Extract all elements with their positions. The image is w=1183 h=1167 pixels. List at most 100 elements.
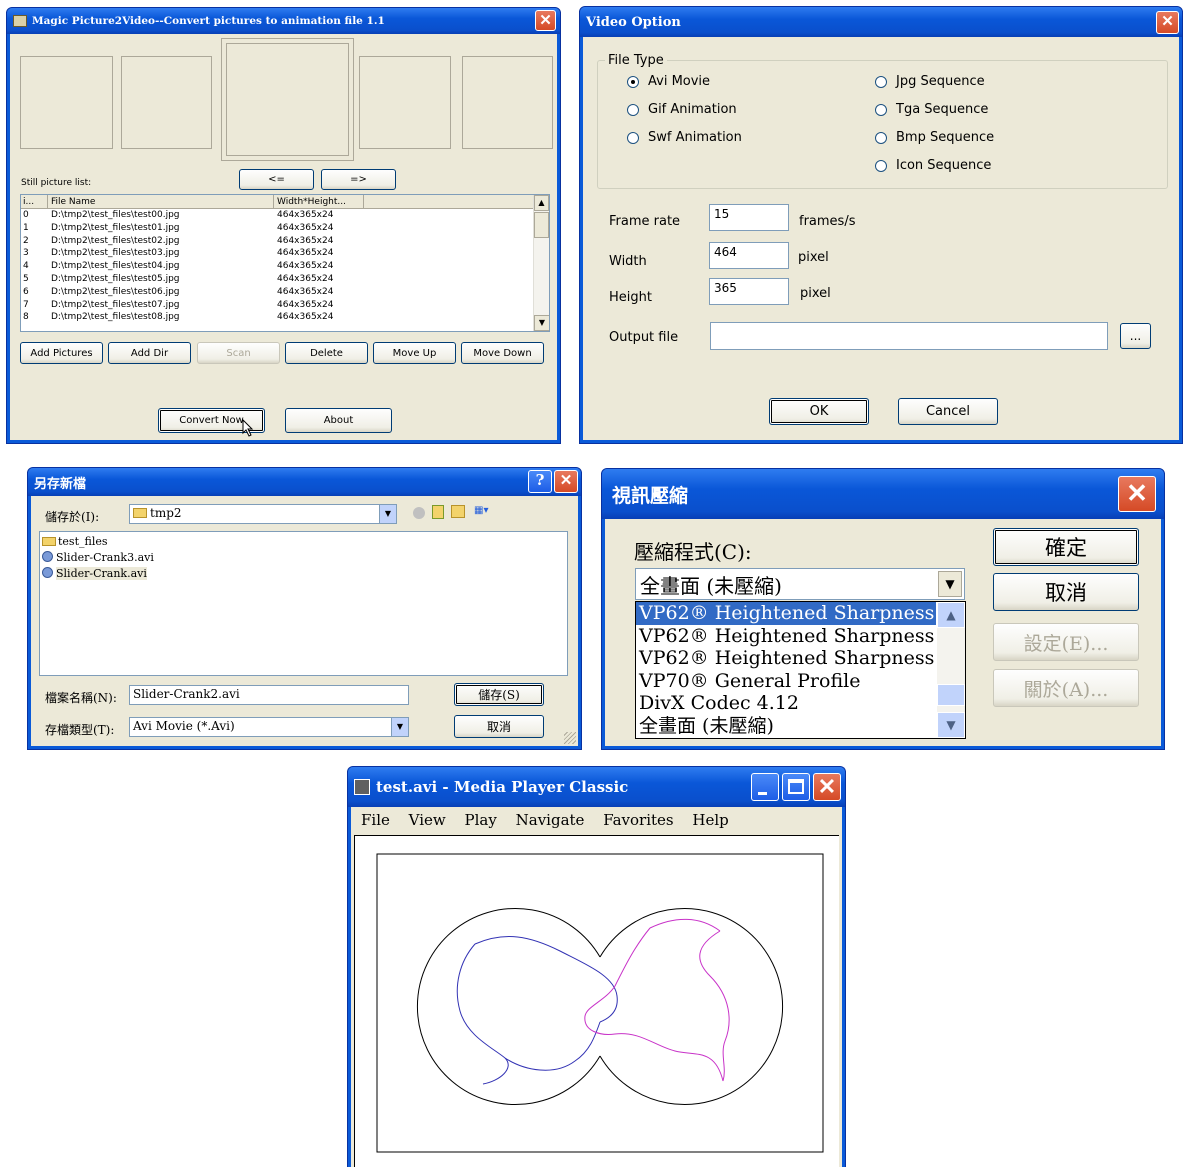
video-area[interactable] [354,835,839,1167]
codec-option[interactable]: VP62® Heightened Sharpness Prof [636,625,936,648]
radio-dot[interactable] [875,131,887,144]
table-row[interactable]: 1 D:\tmp2\test_files\test01.jpg 464x365x24 [21,222,549,235]
table-row[interactable]: 0 D:\tmp2\test_files\test00.jpg 464x365x24 [21,209,549,222]
menu-play[interactable]: Play [465,811,497,829]
output-file-input[interactable] [710,322,1108,350]
cancel-button[interactable]: Cancel [898,398,998,425]
list-item[interactable]: test_files [42,535,565,551]
back-icon[interactable] [413,507,425,519]
table-row[interactable]: 5 D:\tmp2\test_files\test05.jpg 464x365x24 [21,273,549,286]
about-button[interactable]: About [285,408,392,433]
table-row[interactable]: 8 D:\tmp2\test_files\test08.jpg 464x365x24 [21,311,549,324]
next-button[interactable]: => [321,169,396,190]
minimize-icon[interactable] [751,773,779,801]
list-item[interactable]: Slider-Crank.avi [42,567,565,583]
file-list[interactable]: test_files Slider-Crank3.avi Slider-Cran… [39,531,568,676]
radio-bmp-sequence[interactable]: Bmp Sequence [875,130,994,145]
scroll-up-icon[interactable]: ▲ [534,195,549,211]
filename-input[interactable]: Slider-Crank2.avi [129,685,409,705]
codec-option[interactable]: VP70® General Profile [636,670,936,693]
table-row[interactable]: 3 D:\tmp2\test_files\test03.jpg 464x365x24 [21,247,549,260]
save-button[interactable]: 儲存(S) [454,683,544,706]
ok-button[interactable]: 確定 [993,528,1139,566]
help-icon[interactable]: ? [528,470,552,493]
delete-button[interactable]: Delete [285,342,368,364]
chevron-down-icon[interactable]: ▼ [379,505,396,523]
settings-button[interactable]: 設定(E)... [993,623,1139,661]
resize-grip-icon[interactable] [564,732,576,744]
width-input[interactable]: 464 [709,242,789,269]
list-item[interactable]: Slider-Crank3.avi [42,551,565,567]
radio-jpg-sequence[interactable]: Jpg Sequence [875,74,985,89]
prev-button[interactable]: <= [239,169,314,190]
magic-titlebar[interactable]: Magic Picture2Video--Convert pictures to… [7,8,560,34]
media-player-titlebar[interactable]: test.avi - Media Player Classic ✕ [348,767,845,807]
close-icon[interactable]: ✕ [554,470,578,493]
close-icon[interactable]: ✕ [1156,11,1179,34]
close-icon[interactable]: ✕ [813,773,841,801]
cancel-button[interactable]: 取消 [993,573,1139,611]
picture-list[interactable]: i... File Name Width*Height... 0 D:\tmp2\… [20,194,550,332]
browse-button[interactable]: ... [1120,323,1151,349]
codec-dropdown-list[interactable]: VP62® Heightened Sharpness ProfVP62® Hei… [635,601,966,739]
codec-option[interactable]: 全畫面 (未壓縮) [636,715,936,738]
radio-dot[interactable] [875,75,887,88]
radio-dot[interactable] [875,159,887,172]
table-row[interactable]: 2 D:\tmp2\test_files\test02.jpg 464x365x24 [21,235,549,248]
move-up-button[interactable]: Move Up [373,342,456,364]
new-folder-icon[interactable] [451,505,465,518]
menu-file[interactable]: File [361,811,390,829]
add-dir-button[interactable]: Add Dir [108,342,191,364]
about-button[interactable]: 關於(A)... [993,669,1139,707]
save-as-titlebar[interactable]: 另存新檔 ? ✕ [28,468,581,496]
menu-view[interactable]: View [409,811,446,829]
codec-option[interactable]: VP62® Heightened Sharpness Prof [636,647,936,670]
menu-help[interactable]: Help [692,811,728,829]
radio-dot[interactable] [875,103,887,116]
ok-button[interactable]: OK [769,398,869,425]
up-folder-icon[interactable] [432,505,444,519]
codec-option[interactable]: VP62® Heightened Sharpness Prof [636,602,936,625]
scan-button[interactable]: Scan [197,342,280,364]
radio-tga-sequence[interactable]: Tga Sequence [875,102,988,117]
save-in-select[interactable]: tmp2 ▼ [129,504,397,524]
radio-dot[interactable] [627,103,639,116]
menu-favorites[interactable]: Favorites [603,811,673,829]
chevron-down-icon[interactable]: ▼ [938,571,962,597]
scroll-up-icon[interactable]: ▲ [937,602,965,628]
view-menu-icon[interactable]: ▦▾ [474,505,494,518]
height-input[interactable]: 365 [709,278,789,305]
scroll-thumb[interactable] [937,684,965,706]
menu-navigate[interactable]: Navigate [516,811,585,829]
radio-swf-animation[interactable]: Swf Animation [627,130,742,145]
col-size[interactable]: Width*Height... [274,195,364,208]
frame-rate-input[interactable]: 15 [709,204,789,231]
scroll-thumb[interactable] [534,212,549,238]
chevron-down-icon[interactable]: ▼ [391,718,408,736]
scroll-down-icon[interactable]: ▼ [937,712,965,738]
col-index[interactable]: i... [21,195,48,208]
close-icon[interactable]: ✕ [1118,476,1156,512]
file-type-select[interactable]: Avi Movie (*.Avi) ▼ [129,717,409,737]
codec-select[interactable]: 全畫面 (未壓縮) ▼ [635,568,965,600]
radio-avi-movie[interactable]: Avi Movie [627,74,710,89]
scroll-down-icon[interactable]: ▼ [534,315,549,331]
compression-titlebar[interactable]: 視訊壓縮 ✕ [602,469,1164,519]
add-pictures-button[interactable]: Add Pictures [20,342,103,364]
radio-gif-animation[interactable]: Gif Animation [627,102,737,117]
dropdown-scrollbar[interactable]: ▲ ▼ [937,602,965,738]
col-filename[interactable]: File Name [48,195,274,208]
video-option-titlebar[interactable]: Video Option ✕ [580,7,1182,37]
radio-dot[interactable] [627,75,639,88]
table-row[interactable]: 7 D:\tmp2\test_files\test07.jpg 464x365x24 [21,299,549,312]
radio-dot[interactable] [627,131,639,144]
table-row[interactable]: 6 D:\tmp2\test_files\test06.jpg 464x365x24 [21,286,549,299]
list-scrollbar[interactable]: ▲ ▼ [533,195,549,331]
cancel-button[interactable]: 取消 [454,715,544,738]
move-down-button[interactable]: Move Down [461,342,544,364]
codec-option[interactable]: DivX Codec 4.12 [636,692,936,715]
close-icon[interactable]: ✕ [535,10,556,31]
maximize-icon[interactable] [782,773,810,801]
table-row[interactable]: 4 D:\tmp2\test_files\test04.jpg 464x365x24 [21,260,549,273]
radio-icon-sequence[interactable]: Icon Sequence [875,158,991,173]
